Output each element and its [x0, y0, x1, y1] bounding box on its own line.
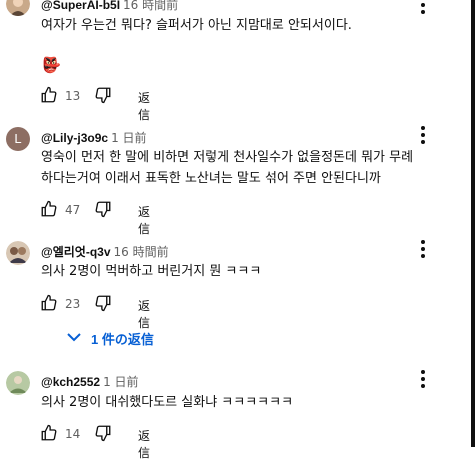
comment-text-line: 하다는거여 이래서 표독한 노산녀는 말도 섞어 주면 안된다니까	[41, 171, 381, 186]
more-vert-icon[interactable]	[418, 240, 428, 260]
thumbs-down-icon[interactable]	[94, 200, 112, 218]
thumbs-up-icon[interactable]	[40, 86, 58, 104]
thumbs-down-icon[interactable]	[94, 424, 112, 442]
like-count: 47	[65, 203, 81, 217]
like-count: 23	[65, 297, 81, 311]
thumbs-up-icon[interactable]	[40, 424, 58, 442]
avatar[interactable]	[6, 241, 30, 265]
avatar[interactable]	[6, 0, 30, 16]
more-vert-icon[interactable]	[418, 126, 428, 146]
thumbs-up-icon[interactable]	[40, 294, 58, 312]
comment-time[interactable]: 1 日前	[111, 131, 146, 145]
avatar[interactable]	[6, 371, 30, 395]
comment-time[interactable]: 16 時間前	[123, 0, 178, 12]
comment-text: 영숙이 먼저 한 말에 비하면 저렇게 천사일수가 없을정돈데 뭐가 무례 하다…	[41, 147, 441, 189]
comment-header: @엘리엇-q3v 16 時間前	[41, 243, 169, 260]
thumbs-down-icon[interactable]	[94, 86, 112, 104]
reply-button[interactable]: 返信	[138, 297, 150, 331]
comment-text: 의사 2명이 먹버하고 버린거지 뭔 ㅋㅋㅋ	[41, 264, 262, 279]
replies-count-label: 1 件の返信	[91, 332, 154, 347]
author-name[interactable]: @Lily-j3o9c	[41, 131, 108, 145]
author-name[interactable]: @엘리엇-q3v	[41, 245, 111, 259]
comment-time[interactable]: 16 時間前	[114, 245, 169, 259]
comment-emoji: 👺	[42, 56, 61, 74]
comment-time[interactable]: 1 日前	[103, 375, 138, 389]
comment-text-line: 영숙이 먼저 한 말에 비하면 저렇게 천사일수가 없을정돈데 뭐가 무례	[41, 150, 414, 165]
reply-button[interactable]: 返信	[138, 89, 150, 123]
avatar[interactable]: L	[6, 127, 30, 151]
more-vert-icon[interactable]	[418, 370, 428, 390]
author-name[interactable]: @SuperAI-b5I	[41, 0, 120, 12]
thumbs-up-icon[interactable]	[40, 200, 58, 218]
more-vert-icon[interactable]	[418, 0, 428, 16]
reply-button[interactable]: 返信	[138, 427, 150, 461]
like-count: 13	[65, 89, 81, 103]
author-name[interactable]: @kch2552	[41, 375, 100, 389]
comment-header: @Lily-j3o9c 1 日前	[41, 129, 147, 146]
comment-header: @kch2552 1 日前	[41, 373, 139, 390]
thumbs-down-icon[interactable]	[94, 294, 112, 312]
comment-header: @SuperAI-b5I 16 時間前	[41, 0, 178, 13]
comment-text: 의사 2명이 대쉬했다도르 실화냐 ㅋㅋㅋㅋㅋㅋ	[41, 395, 294, 410]
chevron-down-icon	[67, 333, 81, 342]
reply-button[interactable]: 返信	[138, 203, 150, 237]
scrollbar[interactable]	[471, 0, 475, 447]
comment-text: 여자가 우는건 뭐다? 슬퍼서가 아닌 지맘대로 안되서이다.	[41, 18, 352, 33]
like-count: 14	[65, 427, 81, 441]
